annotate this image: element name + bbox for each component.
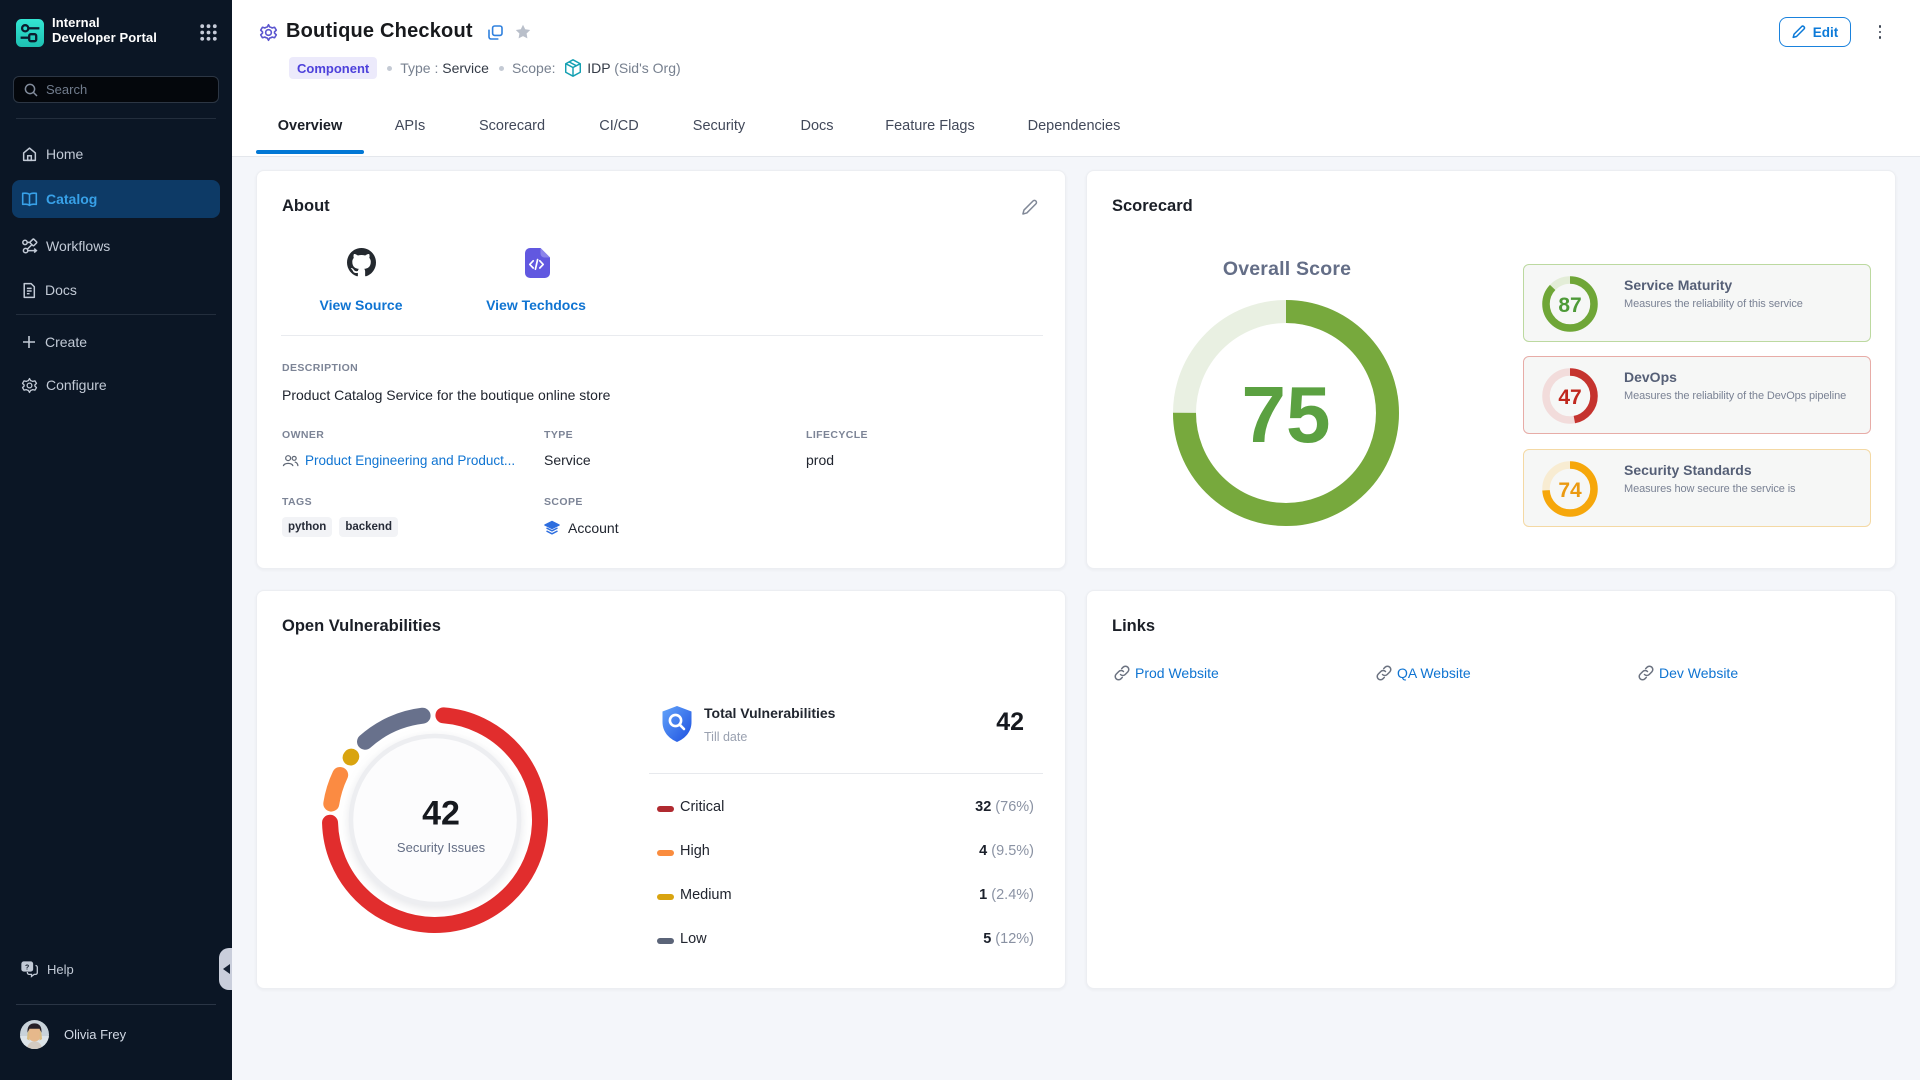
svg-text:87: 87 bbox=[1558, 294, 1581, 317]
svg-text:?: ? bbox=[25, 964, 29, 971]
svg-text:Security Issues: Security Issues bbox=[397, 840, 486, 855]
svg-text:42: 42 bbox=[422, 794, 460, 832]
svg-text:47: 47 bbox=[1558, 386, 1581, 409]
svg-text:75: 75 bbox=[1242, 370, 1331, 459]
svg-text:74: 74 bbox=[1558, 479, 1582, 502]
